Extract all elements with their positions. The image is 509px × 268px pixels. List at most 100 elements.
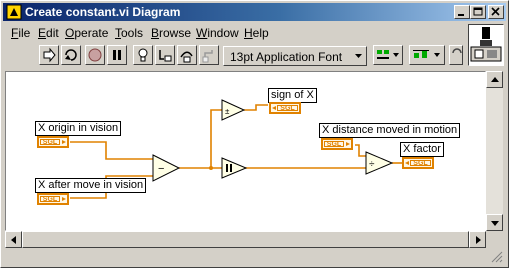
step-over-icon bbox=[180, 51, 193, 63]
terminal-arrow bbox=[272, 106, 276, 110]
maximize-button[interactable] bbox=[470, 5, 486, 19]
control-terminal-x-origin[interactable]: SGL bbox=[37, 136, 69, 148]
run-continuously-button[interactable] bbox=[61, 45, 81, 65]
step-into-button[interactable] bbox=[155, 45, 175, 65]
indicator-label-x-factor[interactable]: X factor bbox=[400, 142, 444, 157]
control-label-x-distance[interactable]: X distance moved in motion bbox=[319, 123, 461, 138]
sign-node[interactable]: ± bbox=[221, 99, 246, 121]
wire-sign-to-indicator bbox=[244, 104, 268, 111]
indicator-terminal-sign[interactable]: SGL bbox=[269, 102, 301, 114]
vi-connector-icon bbox=[470, 27, 502, 62]
lightbulb-icon bbox=[138, 48, 148, 62]
arrow-down-icon bbox=[491, 221, 499, 226]
scroll-right-button[interactable] bbox=[469, 231, 486, 248]
window-title: Create constant.vi Diagram bbox=[25, 5, 181, 19]
reorder-icon bbox=[452, 48, 462, 54]
control-label-x-after[interactable]: X after move in vision bbox=[35, 178, 147, 193]
menu-label-rest: dit bbox=[46, 26, 59, 40]
distribute-objects-icon bbox=[413, 50, 440, 58]
vertical-scrollbar[interactable] bbox=[486, 71, 503, 231]
menu-label-rest: perate bbox=[74, 26, 109, 40]
align-objects-icon bbox=[377, 50, 399, 59]
control-terminal-x-after[interactable]: SGL bbox=[37, 193, 69, 205]
block-diagram[interactable]: − ± ÷ X origin in vision SGL X after mov… bbox=[5, 71, 486, 231]
subtract-node[interactable]: − bbox=[152, 154, 181, 182]
menu-mnemonic: H bbox=[244, 26, 253, 40]
wire-distance-to-divide bbox=[355, 144, 366, 157]
run-continuously-icon bbox=[65, 49, 77, 61]
scroll-up-button[interactable] bbox=[486, 71, 503, 88]
terminal-type: SGL bbox=[40, 196, 60, 203]
reorder-button[interactable] bbox=[449, 45, 463, 65]
terminal-type: SGL bbox=[277, 105, 298, 112]
subtract-symbol: − bbox=[158, 163, 164, 175]
font-dropdown-value: 13pt Application Font bbox=[230, 50, 343, 64]
distribute-objects-button[interactable] bbox=[409, 45, 445, 65]
menu-edit[interactable]: Edit bbox=[38, 26, 59, 40]
vi-diagram-window: Create constant.vi Diagram File Edit Ope… bbox=[0, 0, 509, 268]
title-bar[interactable]: Create constant.vi Diagram bbox=[3, 3, 506, 21]
highlight-execution-button[interactable] bbox=[133, 45, 153, 65]
terminal-type: SGL bbox=[410, 160, 431, 167]
divide-node[interactable]: ÷ bbox=[365, 151, 394, 175]
minimize-button[interactable] bbox=[454, 5, 470, 19]
wire-branch-to-sign bbox=[210, 109, 222, 168]
wire-junction bbox=[209, 166, 213, 170]
menu-tools[interactable]: Tools bbox=[115, 26, 143, 40]
menu-mnemonic: O bbox=[65, 26, 75, 40]
menu-label-rest: ile bbox=[18, 26, 31, 40]
control-label-x-origin[interactable]: X origin in vision bbox=[35, 121, 122, 136]
arrow-up-icon bbox=[491, 77, 499, 82]
step-out-button[interactable] bbox=[199, 45, 219, 65]
terminal-arrow bbox=[62, 197, 66, 201]
menu-operate[interactable]: Operate bbox=[65, 26, 108, 40]
menu-file[interactable]: File bbox=[11, 26, 30, 40]
menu-window[interactable]: Window bbox=[196, 26, 239, 40]
horizontal-scroll-thumb[interactable] bbox=[22, 231, 469, 248]
pause-button[interactable] bbox=[107, 45, 127, 65]
absolute-value-node[interactable] bbox=[221, 157, 248, 179]
indicator-terminal-x-factor[interactable]: SGL bbox=[402, 157, 434, 169]
menu-label-rest: elp bbox=[252, 26, 269, 40]
step-over-button[interactable] bbox=[177, 45, 197, 65]
terminal-type: SGL bbox=[324, 141, 344, 148]
menu-browse[interactable]: Browse bbox=[151, 26, 191, 40]
abort-button[interactable] bbox=[85, 45, 105, 65]
labview-app-icon bbox=[6, 4, 22, 20]
font-dropdown[interactable]: 13pt Application Font bbox=[223, 46, 367, 66]
scroll-left-button[interactable] bbox=[5, 231, 22, 248]
menu-bar: File Edit Operate Tools Browse Window He… bbox=[3, 23, 463, 41]
wire-origin-to-subtract bbox=[70, 141, 153, 160]
abort-stop-icon bbox=[88, 48, 102, 62]
divide-symbol: ÷ bbox=[369, 159, 375, 170]
maximize-icon bbox=[473, 7, 483, 16]
horizontal-scrollbar[interactable] bbox=[5, 231, 486, 248]
menu-label-rest: rowse bbox=[159, 26, 192, 40]
close-icon bbox=[491, 7, 500, 16]
indicator-label-sign[interactable]: sign of X bbox=[268, 88, 317, 103]
run-button[interactable] bbox=[39, 45, 59, 65]
scroll-down-button[interactable] bbox=[486, 214, 503, 231]
step-into-icon bbox=[159, 50, 172, 62]
terminal-type: SGL bbox=[40, 139, 60, 146]
arrow-right-icon bbox=[476, 236, 481, 244]
sign-symbol: ± bbox=[225, 107, 230, 116]
close-button[interactable] bbox=[488, 5, 504, 19]
resize-grip-icon[interactable] bbox=[490, 250, 504, 264]
menu-mnemonic: B bbox=[151, 26, 160, 40]
vi-icon-pane[interactable] bbox=[468, 24, 504, 66]
minimize-icon bbox=[458, 14, 464, 16]
align-objects-button[interactable] bbox=[373, 45, 403, 65]
run-arrow-icon bbox=[43, 47, 56, 63]
chevron-down-icon bbox=[355, 54, 362, 58]
menu-help[interactable]: Help bbox=[244, 26, 269, 40]
menu-mnemonic: W bbox=[196, 26, 208, 40]
step-out-icon bbox=[202, 50, 213, 63]
terminal-arrow bbox=[62, 140, 66, 144]
terminal-arrow bbox=[405, 161, 409, 165]
control-terminal-x-distance[interactable]: SGL bbox=[321, 138, 353, 150]
menu-label-rest: ools bbox=[121, 26, 144, 40]
menu-mnemonic: E bbox=[38, 26, 47, 40]
pause-icon bbox=[113, 50, 121, 60]
menu-label-rest: indow bbox=[207, 26, 239, 40]
